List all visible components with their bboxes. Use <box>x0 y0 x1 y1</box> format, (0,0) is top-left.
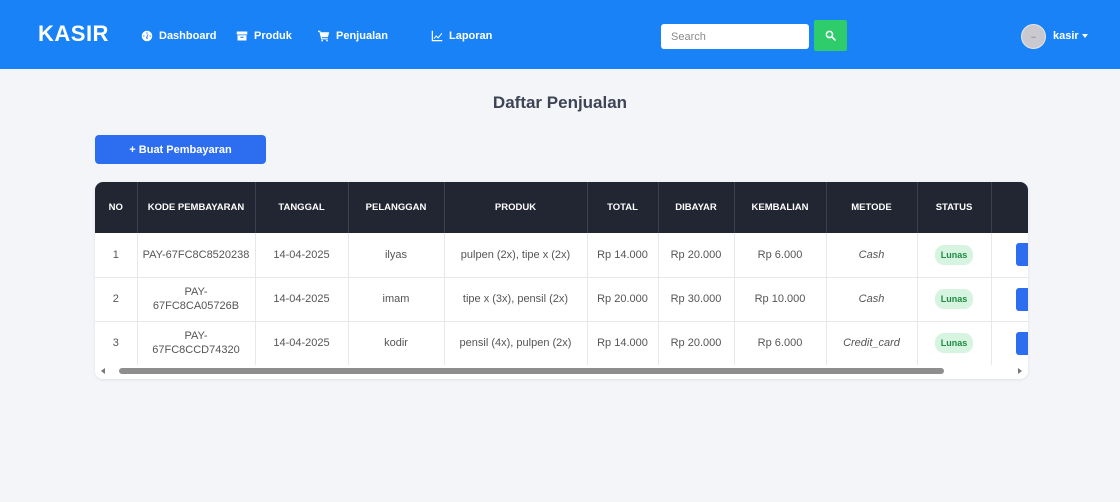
nav-laporan-label: Laporan <box>449 30 493 42</box>
cell-kode: PAY-67FC8C8520238 <box>137 233 256 278</box>
cell-produk: tipe x (3x), pensil (2x) <box>444 277 588 322</box>
cell-tanggal: 14-04-2025 <box>255 233 349 278</box>
cell-metode: Cash <box>826 277 918 322</box>
cell-produk: pensil (4x), pulpen (2x) <box>444 321 588 366</box>
username: kasir <box>1053 30 1079 42</box>
cell-status: Lunas <box>917 277 992 322</box>
col-header-total: TOTAL <box>587 182 659 233</box>
avatar-dots: •••• <box>1031 34 1036 39</box>
nav-produk[interactable]: Produk <box>236 30 292 42</box>
table-row: 1 PAY-67FC8C8520238 14-04-2025 ilyas pul… <box>95 233 1028 278</box>
chart-line-icon <box>431 30 443 42</box>
cart-icon <box>318 30 330 42</box>
col-header-status: STATUS <box>917 182 992 233</box>
cell-dibayar: Rp 30.000 <box>658 277 735 322</box>
cell-kembalian: Rp 6.000 <box>734 321 827 366</box>
nav-produk-label: Produk <box>254 30 292 42</box>
cell-status: Lunas <box>917 233 992 278</box>
cell-kembalian: Rp 6.000 <box>734 233 827 278</box>
col-header-kembalian: KEMBALIAN <box>734 182 827 233</box>
col-header-kode: KODE PEMBAYARAN <box>137 182 256 233</box>
cell-no: 3 <box>95 321 138 366</box>
col-header-metode: METODE <box>826 182 918 233</box>
user-avatar[interactable]: •••• <box>1021 24 1046 49</box>
cell-tanggal: 14-04-2025 <box>255 277 349 322</box>
col-header-aksi <box>991 182 1028 233</box>
nav-laporan[interactable]: Laporan <box>431 30 492 42</box>
cell-aksi <box>991 233 1028 278</box>
cell-metode: Cash <box>826 233 918 278</box>
cell-aksi <box>991 321 1028 366</box>
search-button[interactable] <box>814 20 847 51</box>
top-navbar: KASIR Dashboard Produk Penjualan Laporan… <box>0 0 1120 69</box>
scroll-right-arrow-icon[interactable] <box>1018 368 1022 374</box>
user-menu[interactable]: kasir <box>1053 30 1088 42</box>
status-badge: Lunas <box>934 289 974 309</box>
search-icon <box>825 30 836 41</box>
row-action-button[interactable] <box>1015 287 1028 311</box>
col-header-produk: PRODUK <box>444 182 588 233</box>
search-input[interactable] <box>661 24 809 49</box>
cell-produk: pulpen (2x), tipe x (2x) <box>444 233 588 278</box>
cell-kode: PAY-67FC8CCD74320 <box>137 321 256 366</box>
cell-kode: PAY-67FC8CA05726B <box>137 277 256 322</box>
col-header-pelanggan: PELANGGAN <box>348 182 445 233</box>
status-badge: Lunas <box>934 244 974 265</box>
status-badge: Lunas <box>934 333 974 353</box>
cell-total: Rp 14.000 <box>587 321 659 366</box>
nav-penjualan[interactable]: Penjualan <box>318 30 388 42</box>
create-payment-button[interactable]: + Buat Pembayaran <box>95 135 266 164</box>
scroll-left-arrow-icon[interactable] <box>101 368 105 374</box>
table-header-row: NO KODE PEMBAYARAN TANGGAL PELANGGAN PRO… <box>95 182 1028 233</box>
cell-kembalian: Rp 10.000 <box>734 277 827 322</box>
sales-table: NO KODE PEMBAYARAN TANGGAL PELANGGAN PRO… <box>95 182 1028 366</box>
sales-table-card: NO KODE PEMBAYARAN TANGGAL PELANGGAN PRO… <box>95 182 1028 379</box>
col-header-tanggal: TANGGAL <box>255 182 349 233</box>
chevron-down-icon <box>1081 34 1088 38</box>
cell-pelanggan: kodir <box>348 321 445 366</box>
cell-pelanggan: imam <box>348 277 445 322</box>
scrollbar-thumb[interactable] <box>119 368 944 374</box>
table-row: 3 PAY-67FC8CCD74320 14-04-2025 kodir pen… <box>95 321 1028 366</box>
cell-dibayar: Rp 20.000 <box>658 233 735 278</box>
cell-status: Lunas <box>917 321 992 366</box>
box-icon <box>236 31 248 41</box>
page-title: Daftar Penjualan <box>492 93 628 112</box>
nav-dashboard[interactable]: Dashboard <box>141 30 216 42</box>
cell-no: 1 <box>95 233 138 278</box>
tachometer-icon <box>141 30 153 42</box>
row-action-button[interactable] <box>1015 331 1028 355</box>
cell-metode: Credit_card <box>826 321 918 366</box>
cell-total: Rp 20.000 <box>587 277 659 322</box>
cell-dibayar: Rp 20.000 <box>658 321 735 366</box>
horizontal-scrollbar[interactable] <box>95 365 1028 377</box>
cell-no: 2 <box>95 277 138 322</box>
brand-logo[interactable]: KASIR <box>38 21 109 47</box>
nav-penjualan-label: Penjualan <box>336 30 388 42</box>
cell-aksi <box>991 277 1028 322</box>
cell-total: Rp 14.000 <box>587 233 659 278</box>
table-row: 2 PAY-67FC8CA05726B 14-04-2025 imam tipe… <box>95 277 1028 322</box>
col-header-dibayar: DIBAYAR <box>658 182 735 233</box>
col-header-no: NO <box>95 182 138 233</box>
row-action-button[interactable] <box>1015 243 1028 267</box>
cell-pelanggan: ilyas <box>348 233 445 278</box>
cell-tanggal: 14-04-2025 <box>255 321 349 366</box>
nav-dashboard-label: Dashboard <box>159 30 217 42</box>
